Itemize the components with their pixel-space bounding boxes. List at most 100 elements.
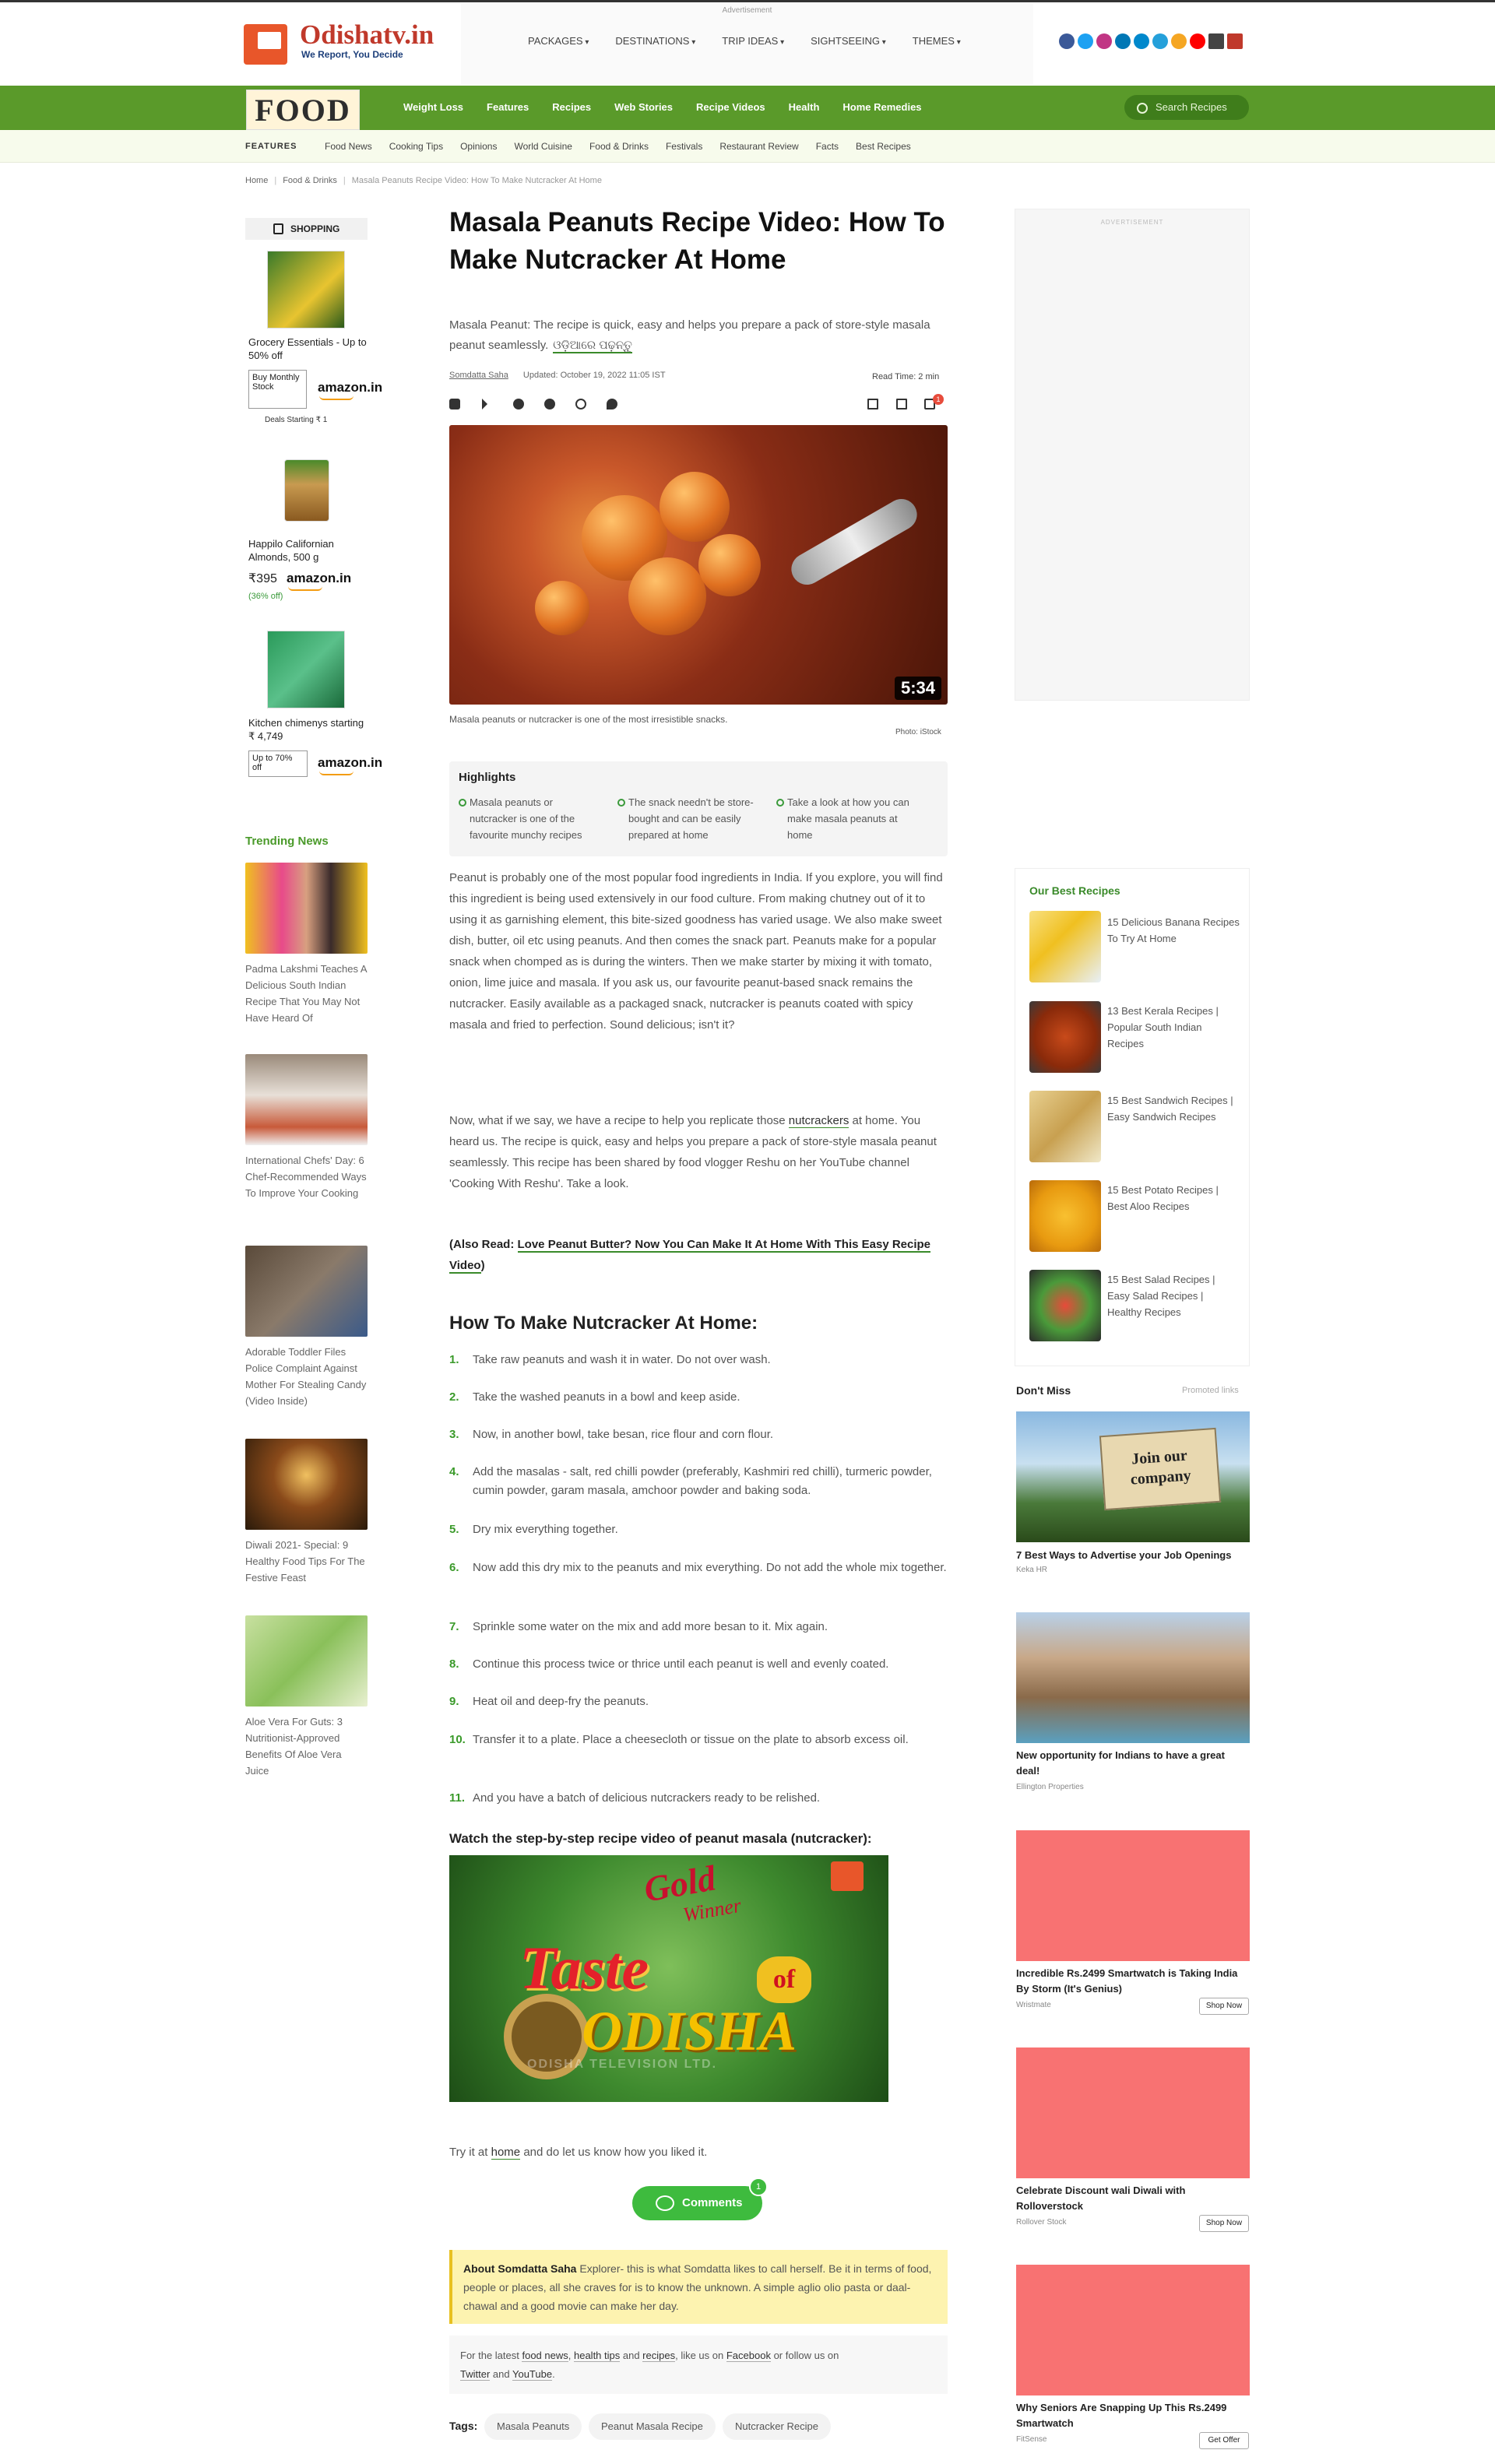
- sponsored-image[interactable]: [1016, 2265, 1250, 2395]
- sponsored-image[interactable]: Join our company: [1016, 1411, 1250, 1542]
- shop-now-button[interactable]: Shop Now: [1199, 1998, 1249, 2015]
- search-recipes-button[interactable]: Search Recipes: [1124, 95, 1249, 120]
- youtube-icon[interactable]: [1190, 33, 1205, 49]
- recipe-thumb[interactable]: [1029, 1180, 1101, 1252]
- tag-chip[interactable]: Masala Peanuts: [484, 2413, 582, 2440]
- nav-health[interactable]: Health: [789, 101, 820, 113]
- best-recipe-link[interactable]: 13 Best Kerala Recipes | Popular South I…: [1107, 1003, 1240, 1052]
- trending-image[interactable]: [245, 1246, 368, 1337]
- sub-nav-item[interactable]: Facts: [816, 141, 839, 152]
- best-recipe-link[interactable]: 15 Delicious Banana Recipes To Try At Ho…: [1107, 914, 1240, 947]
- sponsored-headline[interactable]: Incredible Rs.2499 Smartwatch is Taking …: [1016, 1966, 1250, 1997]
- breadcrumb-category[interactable]: Food & Drinks: [283, 176, 337, 185]
- twitter-link[interactable]: Twitter: [460, 2368, 491, 2381]
- trending-headline[interactable]: International Chefs' Day: 6 Chef-Recomme…: [245, 1152, 368, 1201]
- sub-nav-item[interactable]: Best Recipes: [856, 141, 911, 152]
- nav-themes[interactable]: THEMES: [913, 35, 961, 47]
- best-recipe-link[interactable]: 15 Best Sandwich Recipes | Easy Sandwich…: [1107, 1092, 1240, 1125]
- nav-features[interactable]: Features: [487, 101, 529, 113]
- sub-nav-item[interactable]: Restaurant Review: [719, 141, 798, 152]
- recipe-thumb[interactable]: [1029, 1091, 1101, 1162]
- print-icon[interactable]: [896, 399, 907, 409]
- comments-button[interactable]: Comments: [632, 2186, 762, 2220]
- sponsored-headline[interactable]: Celebrate Discount wali Diwali with Roll…: [1016, 2183, 1250, 2214]
- get-offer-button[interactable]: Get Offer: [1199, 2432, 1249, 2449]
- youtube-link[interactable]: YouTube: [512, 2368, 553, 2381]
- trending-headline[interactable]: Aloe Vera For Guts: 3 Nutritionist-Appro…: [245, 1714, 368, 1779]
- reddit-share-icon[interactable]: [544, 399, 555, 409]
- facebook-link[interactable]: Facebook: [726, 2350, 771, 2362]
- odia-icon[interactable]: [1227, 33, 1243, 49]
- sponsored-image[interactable]: [1016, 1612, 1250, 1743]
- trending-headline[interactable]: Diwali 2021- Special: 9 Healthy Food Tip…: [245, 1537, 368, 1586]
- nutcrackers-link[interactable]: nutcrackers: [788, 1114, 850, 1128]
- read-in-odia-link[interactable]: ଓଡ଼ିଆରେ ପଢ଼ନ୍ତୁ: [553, 339, 632, 353]
- email-icon[interactable]: [867, 399, 878, 409]
- sub-nav-item[interactable]: Food News: [325, 141, 372, 152]
- trending-image[interactable]: [245, 1439, 368, 1530]
- nav-web-stories[interactable]: Web Stories: [614, 101, 673, 113]
- nav-packages[interactable]: PACKAGES: [528, 35, 589, 47]
- sub-nav-item[interactable]: Cooking Tips: [389, 141, 443, 152]
- product-name[interactable]: Kitchen chimenys starting ₹ 4,749: [248, 716, 369, 743]
- amazon-logo[interactable]: amazon.in: [287, 571, 351, 591]
- nav-trip-ideas[interactable]: TRIP IDEAS: [722, 35, 784, 47]
- whatsapp-share-icon[interactable]: [513, 399, 524, 409]
- nav-weight-loss[interactable]: Weight Loss: [403, 101, 463, 113]
- amazon-logo[interactable]: amazon.in: [318, 755, 382, 775]
- koo-share-icon[interactable]: [607, 399, 617, 409]
- sponsored-image[interactable]: [1016, 2047, 1250, 2178]
- sub-nav-item[interactable]: Opinions: [460, 141, 497, 152]
- also-read-link[interactable]: Love Peanut Butter? Now You Can Make It …: [449, 1238, 931, 1274]
- trending-image[interactable]: [245, 1615, 368, 1707]
- health-tips-link[interactable]: health tips: [573, 2350, 621, 2362]
- grocery-product-image[interactable]: [267, 251, 345, 329]
- facebook-icon[interactable]: [1059, 33, 1075, 49]
- sub-nav-item[interactable]: World Cuisine: [514, 141, 572, 152]
- recipe-thumb[interactable]: [1029, 1270, 1101, 1341]
- snapchat-share-icon[interactable]: [575, 399, 586, 409]
- sub-nav-item[interactable]: Festivals: [666, 141, 702, 152]
- author-link[interactable]: Somdatta Saha: [449, 371, 508, 380]
- tag-chip[interactable]: Peanut Masala Recipe: [589, 2413, 716, 2440]
- author-bio-label[interactable]: About Somdatta Saha: [463, 2262, 576, 2275]
- recipes-link[interactable]: recipes: [642, 2350, 676, 2362]
- trending-image[interactable]: [245, 863, 368, 954]
- instagram-icon[interactable]: [1096, 33, 1112, 49]
- recipe-video-player[interactable]: Gold Winner Taste of ODISHA ODISHA TELEV…: [449, 1855, 888, 2102]
- tag-chip[interactable]: Nutcracker Recipe: [723, 2413, 831, 2440]
- language-icon[interactable]: [1208, 33, 1224, 49]
- recipe-thumb[interactable]: [1029, 1001, 1101, 1073]
- nav-home-remedies[interactable]: Home Remedies: [842, 101, 921, 113]
- sub-nav-item[interactable]: Food & Drinks: [589, 141, 649, 152]
- best-recipe-link[interactable]: 15 Best Salad Recipes | Easy Salad Recip…: [1107, 1271, 1240, 1320]
- nav-recipe-videos[interactable]: Recipe Videos: [696, 101, 765, 113]
- linkedin-icon[interactable]: [1115, 33, 1131, 49]
- trending-image[interactable]: [245, 1054, 368, 1145]
- snapchat-icon[interactable]: [1171, 33, 1187, 49]
- home-link[interactable]: home: [491, 2146, 521, 2160]
- telegram-icon[interactable]: [1134, 33, 1149, 49]
- koo-icon[interactable]: [1152, 33, 1168, 49]
- nav-sightseeing[interactable]: SIGHTSEEING: [811, 35, 886, 47]
- right-advertisement[interactable]: ADVERTISEMENT: [1015, 209, 1250, 701]
- sponsored-headline[interactable]: Why Seniors Are Snapping Up This Rs.2499…: [1016, 2400, 1250, 2431]
- trending-headline[interactable]: Adorable Toddler Files Police Complaint …: [245, 1344, 368, 1409]
- amazon-logo[interactable]: amazon.in: [318, 380, 382, 400]
- recipe-thumb[interactable]: [1029, 911, 1101, 982]
- twitter-share-icon[interactable]: [482, 399, 493, 409]
- best-recipe-link[interactable]: 15 Best Potato Recipes | Best Aloo Recip…: [1107, 1182, 1240, 1214]
- trending-headline[interactable]: Padma Lakshmi Teaches A Delicious South …: [245, 961, 368, 1026]
- sponsored-headline[interactable]: 7 Best Ways to Advertise your Job Openin…: [1016, 1548, 1250, 1563]
- otv-logo-icon[interactable]: [244, 24, 287, 65]
- product-name[interactable]: Happilo Californian Almonds, 500 g: [248, 537, 369, 564]
- food-news-link[interactable]: food news: [522, 2350, 568, 2362]
- brand-name[interactable]: Odishatv.in: [300, 19, 434, 51]
- breadcrumb-home[interactable]: Home: [245, 176, 268, 185]
- nav-recipes[interactable]: Recipes: [552, 101, 591, 113]
- almonds-product-image[interactable]: [284, 459, 329, 522]
- hero-video[interactable]: 5:34: [449, 425, 948, 705]
- sponsored-headline[interactable]: New opportunity for Indians to have a gr…: [1016, 1748, 1250, 1779]
- product-name[interactable]: Grocery Essentials - Up to 50% off: [248, 336, 369, 362]
- shop-now-button[interactable]: Shop Now: [1199, 2215, 1249, 2232]
